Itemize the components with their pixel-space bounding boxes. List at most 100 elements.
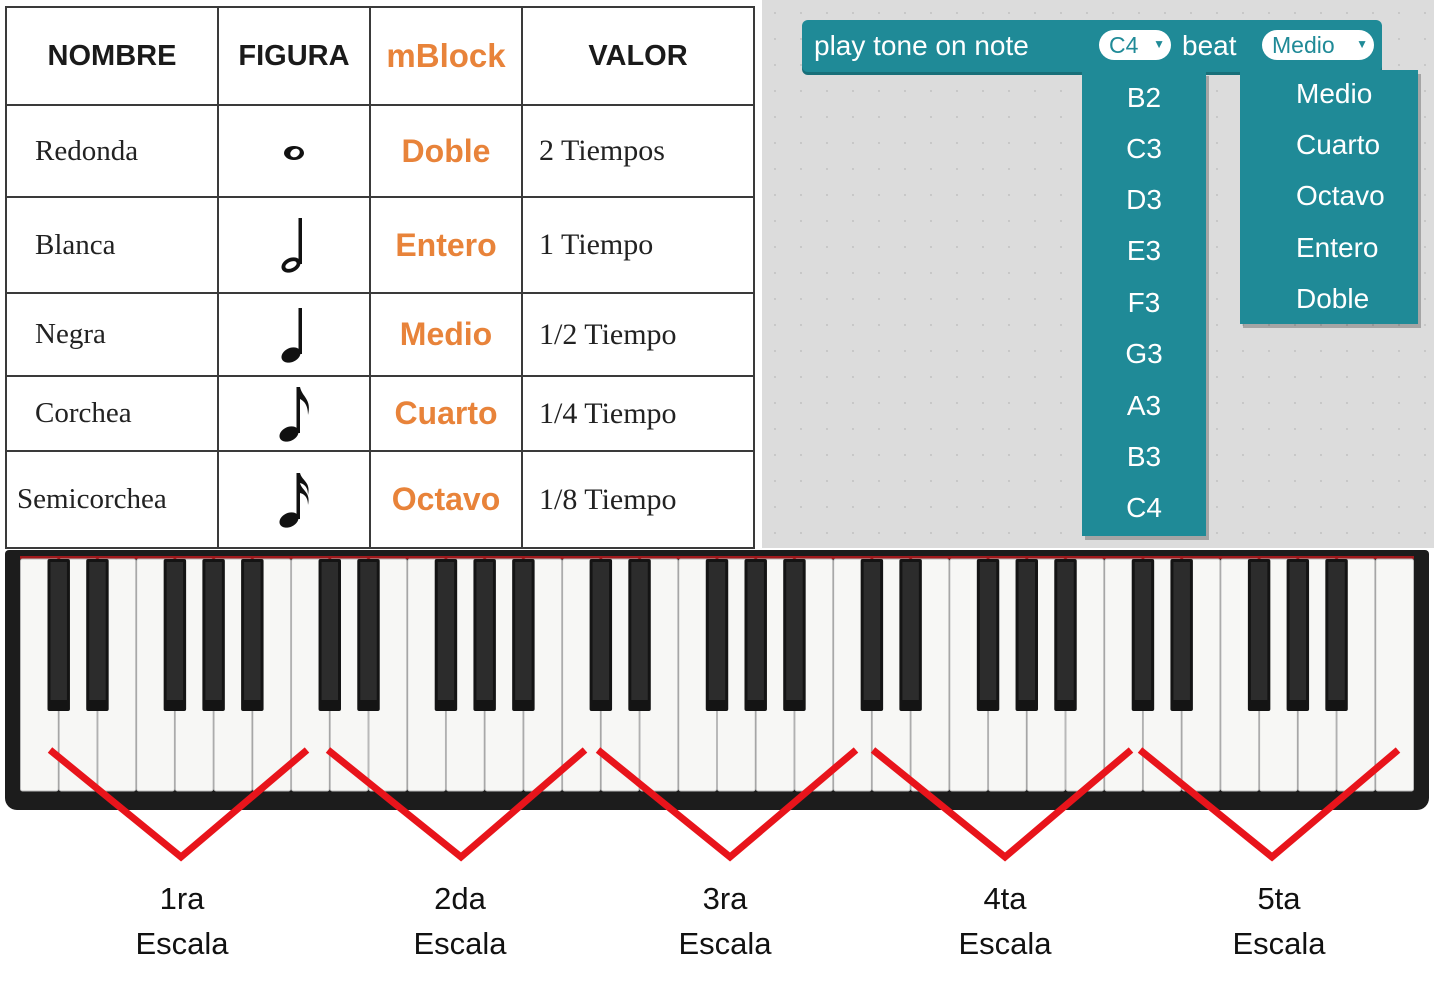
scale-label-number: 5ta: [1257, 881, 1301, 916]
row-name: Semicorchea: [5, 450, 219, 549]
note-option[interactable]: D3: [1082, 184, 1206, 216]
black-key-highlight: [89, 562, 106, 700]
scale-label-number: 4ta: [983, 881, 1027, 916]
row-mblock: Entero: [369, 196, 523, 294]
black-key-highlight: [708, 562, 726, 700]
black-key-highlight: [1057, 562, 1074, 700]
sixteenth-note-icon: [217, 450, 371, 549]
row-value: 1/8 Tiempo: [521, 450, 755, 549]
scale-label: 3ra Escala: [625, 876, 825, 966]
scale-label-number: 3ra: [702, 881, 748, 916]
note-option[interactable]: E3: [1082, 235, 1206, 267]
table-row: Negra Medio 1/2 Tiempo: [5, 292, 755, 377]
black-key-highlight: [321, 562, 339, 700]
whole-note-icon: [217, 104, 371, 198]
black-key-highlight: [902, 562, 919, 700]
eighth-note-icon: [217, 375, 371, 452]
scale-marker-3: [595, 747, 859, 862]
scale-label: 4ta Escala: [905, 876, 1105, 966]
scale-marker-4: [870, 747, 1134, 862]
scale-label-number: 1ra: [159, 881, 205, 916]
black-key-highlight: [166, 562, 184, 700]
black-key-highlight: [1018, 562, 1036, 700]
scale-label: 5ta Escala: [1179, 876, 1379, 966]
black-key-highlight: [631, 562, 648, 700]
header-figure: FIGURA: [217, 6, 371, 106]
black-key-highlight: [360, 562, 377, 700]
mblock-workspace: play tone on note C4 ▼ beat Medio ▼ B2 C…: [762, 0, 1434, 548]
beat-dropdown-value: Medio: [1272, 32, 1335, 58]
chevron-down-icon: ▼: [1356, 37, 1368, 51]
scale-markers: [47, 747, 1401, 862]
black-key-highlight: [50, 562, 67, 700]
note-option[interactable]: G3: [1082, 338, 1206, 370]
black-key-highlight: [476, 562, 493, 700]
play-tone-block[interactable]: play tone on note C4 ▼ beat Medio ▼: [802, 20, 1382, 72]
beat-option[interactable]: Cuarto: [1240, 129, 1418, 161]
beat-option[interactable]: Medio: [1240, 78, 1418, 110]
note-option[interactable]: C4: [1082, 492, 1206, 524]
beat-option[interactable]: Entero: [1240, 232, 1418, 264]
scale-label-word: Escala: [413, 926, 507, 961]
table-row: Semicorchea Octavo 1/8 Tiempo: [5, 450, 755, 549]
beat-dropdown[interactable]: Medio ▼: [1262, 30, 1374, 60]
row-name: Redonda: [5, 104, 219, 198]
black-key-highlight: [205, 562, 222, 700]
note-option[interactable]: A3: [1082, 390, 1206, 422]
block-label-play: play tone on note: [814, 30, 1029, 61]
note-options-menu: B2 C3 D3 E3 F3 G3 A3 B3 C4: [1082, 72, 1206, 536]
row-name: Blanca: [5, 196, 219, 294]
note-dropdown[interactable]: C4 ▼: [1099, 30, 1171, 60]
scale-label: 1ra Escala: [82, 876, 282, 966]
black-key-highlight: [592, 562, 610, 700]
black-key-highlight: [1134, 562, 1152, 700]
note-option[interactable]: C3: [1082, 133, 1206, 165]
quarter-note-icon: [217, 292, 371, 377]
note-duration-table: NOMBRE FIGURA mBlock VALOR Redonda Doble…: [5, 6, 755, 549]
scale-marker-1: [47, 747, 310, 862]
header-value: VALOR: [521, 6, 755, 106]
scale-label-number: 2da: [434, 881, 486, 916]
row-name: Negra: [5, 292, 219, 377]
note-dropdown-value: C4: [1109, 32, 1139, 58]
black-key-highlight: [1173, 562, 1190, 700]
black-key-highlight: [244, 562, 261, 700]
scale-label-word: Escala: [1232, 926, 1326, 961]
black-key-highlight: [515, 562, 532, 700]
beat-options-menu: Medio Cuarto Octavo Entero Doble: [1240, 70, 1418, 324]
scale-label-word: Escala: [678, 926, 772, 961]
scale-label: 2da Escala: [360, 876, 560, 966]
table-row: Blanca Entero 1 Tiempo: [5, 196, 755, 294]
table-row: Corchea Cuarto 1/4 Tiempo: [5, 375, 755, 452]
row-value: 1/2 Tiempo: [521, 292, 755, 377]
note-option[interactable]: B2: [1082, 82, 1206, 114]
note-option[interactable]: F3: [1082, 287, 1206, 319]
beat-option[interactable]: Octavo: [1240, 180, 1418, 212]
black-key-highlight: [1250, 562, 1268, 700]
black-key-highlight: [1328, 562, 1345, 700]
table-row: Redonda Doble 2 Tiempos: [5, 104, 755, 198]
black-key-highlight: [1289, 562, 1307, 700]
table-header-row: NOMBRE FIGURA mBlock VALOR: [5, 6, 755, 106]
scale-label-word: Escala: [958, 926, 1052, 961]
row-mblock: Doble: [369, 104, 523, 198]
black-key-highlight: [747, 562, 764, 700]
scale-marker-2: [325, 747, 588, 862]
block-label-beat: beat: [1182, 30, 1237, 61]
row-value: 2 Tiempos: [521, 104, 755, 198]
beat-option[interactable]: Doble: [1240, 283, 1418, 315]
row-mblock: Cuarto: [369, 375, 523, 452]
black-key-highlight: [863, 562, 881, 700]
row-mblock: Octavo: [369, 450, 523, 549]
row-value: 1/4 Tiempo: [521, 375, 755, 452]
black-key-highlight: [437, 562, 455, 700]
header-name: NOMBRE: [5, 6, 219, 106]
note-option[interactable]: B3: [1082, 441, 1206, 473]
half-note-icon: [217, 196, 371, 294]
scale-marker-5: [1137, 747, 1401, 862]
black-key-highlight: [786, 562, 803, 700]
chevron-down-icon: ▼: [1153, 37, 1165, 51]
row-name: Corchea: [5, 375, 219, 452]
scale-label-word: Escala: [135, 926, 229, 961]
black-key-highlight: [979, 562, 997, 700]
